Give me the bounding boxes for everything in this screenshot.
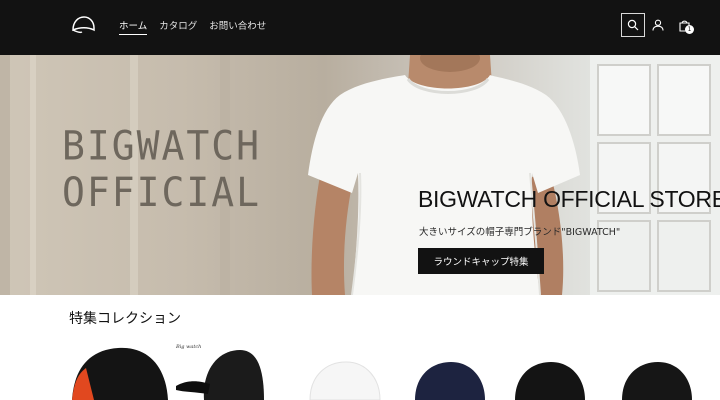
site-header: ホーム カタログ お問い合わせ 1 <box>0 0 720 55</box>
cap-logo-icon[interactable] <box>70 14 96 36</box>
hero-watermark-text: BIGWATCH OFFICIAL <box>62 123 262 215</box>
product-brand-mark: Big watch <box>175 344 201 350</box>
hero-watermark-line1: BIGWATCH <box>62 122 262 169</box>
product-black-orange-watch-cap[interactable] <box>68 340 172 400</box>
featured-products: Big watch <box>0 340 720 400</box>
round-cap-feature-button[interactable]: ラウンドキャップ特集 <box>418 248 544 274</box>
hero-watermark-line2: OFFICIAL <box>62 169 262 216</box>
featured-collection-title: 特集コレクション <box>69 311 181 327</box>
hero-banner: BIGWATCH OFFICIAL BIGWATCH OFFICIAL STOR… <box>0 55 720 295</box>
account-icon <box>652 19 664 31</box>
product-white-cap[interactable] <box>300 340 390 400</box>
cart-button[interactable]: 1 <box>672 13 696 37</box>
account-button[interactable] <box>646 13 670 37</box>
product-black-cap[interactable] <box>505 340 595 400</box>
nav-home[interactable]: ホーム <box>119 18 148 35</box>
product-black-camo-cap[interactable]: Big watch <box>174 340 266 400</box>
hero-title: BIGWATCH OFFICIAL STORE <box>418 186 720 212</box>
nav-catalog[interactable]: カタログ <box>159 18 197 35</box>
main-nav: ホーム カタログ お問い合わせ <box>119 18 266 35</box>
product-navy-cap[interactable] <box>405 340 495 400</box>
search-button[interactable] <box>621 13 645 37</box>
cart-count-badge: 1 <box>685 25 694 34</box>
product-black-cap-2[interactable] <box>612 340 702 400</box>
search-icon <box>627 19 639 31</box>
nav-contact[interactable]: お問い合わせ <box>209 18 266 35</box>
hero-subtitle: 大きいサイズの帽子専門ブランド"BIGWATCH" <box>419 227 621 238</box>
